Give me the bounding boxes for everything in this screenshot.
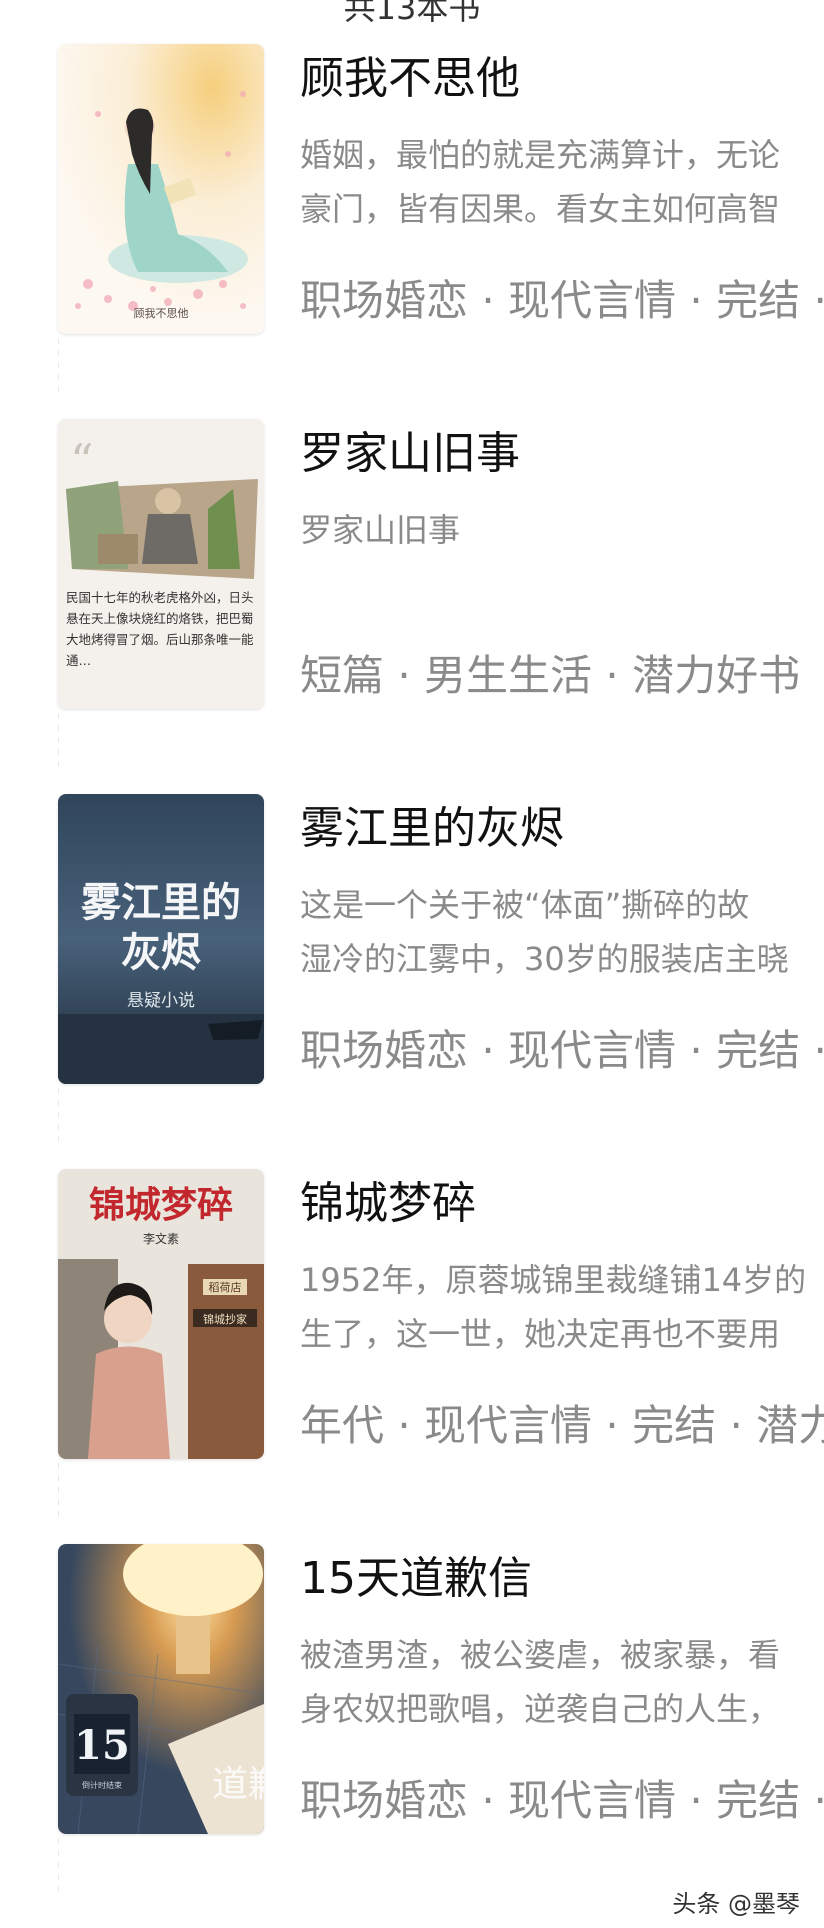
book-item[interactable]: 雾江里的 灰烬 悬疑小说 雾江里的灰烬 这是一个关于被“体面”撕碎的故 湿冷的江… — [0, 794, 824, 1084]
cover-author: 李文素 — [143, 1231, 179, 1246]
book-item[interactable]: 顾我不思他 顾我不思他 婚姻，最怕的就是充满算计，无论 豪门，皆有因果。看女主如… — [0, 44, 824, 334]
cover-excerpt: 民国十七年的秋老虎格外凶，日头悬在天上像块烧红的烙铁，把巴蜀大地烤得冒了烟。后山… — [66, 590, 254, 668]
book-title[interactable]: 罗家山旧事 — [300, 427, 520, 481]
book-tags: 职场婚恋 · 现代言情 · 完结 · — [300, 276, 824, 325]
watermark: 头条 @墨琴 — [672, 1890, 800, 1918]
book-description: 被渣男渣，被公婆虐，被家暴，看 身农奴把歌唱，逆袭自己的人生， — [300, 1636, 781, 1728]
book-description: 这是一个关于被“体面”撕碎的故 湿冷的江雾中，30岁的服装店主晓 — [300, 886, 789, 978]
book-title[interactable]: 雾江里的灰烬 — [300, 802, 564, 856]
cover-word: 道歉 — [212, 1764, 264, 1805]
book-tags: 职场婚恋 · 现代言情 · 完结 · — [300, 1776, 824, 1825]
cover-title: 灰烬 — [121, 929, 201, 976]
book-cover[interactable]: 15 倒计时结束 道歉 — [58, 1544, 264, 1834]
book-title[interactable]: 15天道歉信 — [300, 1552, 532, 1606]
cover-small: 倒计时结束 — [82, 1780, 122, 1790]
cover-title: 雾江里的 — [81, 879, 241, 926]
cover-title: 锦城梦碎 — [89, 1184, 233, 1226]
divider — [58, 1088, 59, 1144]
book-title[interactable]: 锦城梦碎 — [300, 1177, 476, 1231]
book-tags: 职场婚恋 · 现代言情 · 完结 · — [300, 1026, 824, 1075]
cover-text: 顾我不思他 — [134, 307, 189, 320]
divider — [58, 713, 59, 769]
book-item[interactable]: 15 倒计时结束 道歉 15天道歉信 被渣男渣，被公婆虐，被家暴，看 身农奴把歌… — [0, 1544, 824, 1834]
divider — [58, 1463, 59, 1519]
divider — [58, 338, 59, 394]
cover-number: 15 — [74, 1722, 130, 1769]
book-cover[interactable]: 稻荷店 锦城抄家 锦城梦碎 李文素 — [58, 1169, 264, 1459]
book-item[interactable]: “ 民国十七年的秋老虎格外凶，日头悬在天上像块烧红的烙铁，把巴蜀大地烤得冒了烟。… — [0, 419, 824, 709]
cover-subtitle: 悬疑小说 — [127, 991, 195, 1011]
shop-sign: 稻荷店 — [209, 1280, 242, 1294]
book-count: 共13本书 — [343, 0, 481, 27]
book-item[interactable]: 稻荷店 锦城抄家 锦城梦碎 李文素 锦城梦碎 1952年，原蓉城锦里裁缝铺14岁… — [0, 1169, 824, 1459]
divider — [58, 1838, 59, 1894]
quote-mark: “ — [70, 434, 94, 488]
shop-sign: 锦城抄家 — [203, 1312, 247, 1326]
book-description: 1952年，原蓉城锦里裁缝铺14岁的 生了，这一世，她决定再也不要用 — [300, 1261, 807, 1353]
book-tags: 短篇 · 男生生活 · 潜力好书 — [300, 651, 801, 700]
book-cover[interactable]: “ 民国十七年的秋老虎格外凶，日头悬在天上像块烧红的烙铁，把巴蜀大地烤得冒了烟。… — [58, 419, 264, 709]
book-description: 罗家山旧事 — [300, 511, 461, 549]
book-tags: 年代 · 现代言情 · 完结 · 潜力 — [300, 1401, 824, 1450]
book-title[interactable]: 顾我不思他 — [300, 52, 520, 106]
book-description: 婚姻，最怕的就是充满算计，无论 豪门，皆有因果。看女主如何高智 — [300, 136, 781, 228]
book-cover[interactable]: 雾江里的 灰烬 悬疑小说 — [58, 794, 264, 1084]
book-cover[interactable]: 顾我不思他 — [58, 44, 264, 334]
